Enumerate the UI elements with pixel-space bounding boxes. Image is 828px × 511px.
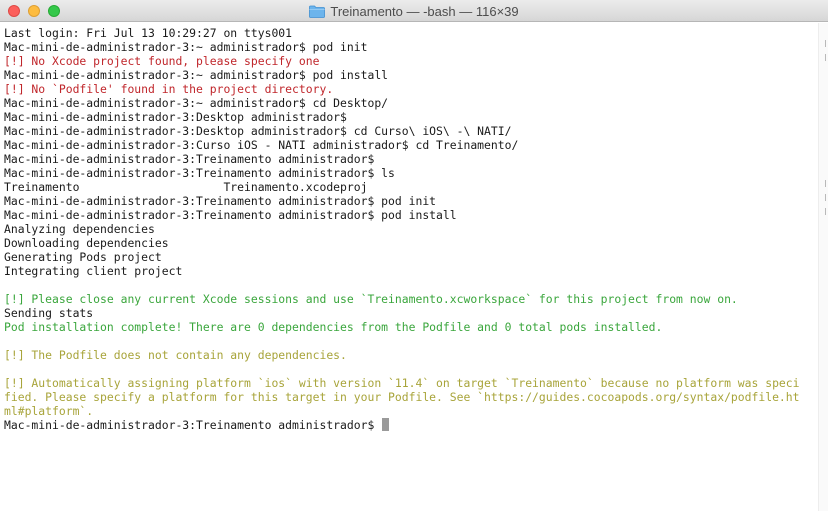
scroll-tick (825, 208, 826, 215)
terminal-line: Analyzing dependencies (4, 222, 155, 236)
terminal-line: [!] No Xcode project found, please speci… (4, 54, 320, 68)
window-title: Treinamento — -bash — 116×39 (330, 3, 519, 19)
terminal-line: Mac-mini-de-administrador-3:Desktop admi… (4, 124, 512, 138)
terminal-line: fied. Please specify a platform for this… (4, 390, 800, 404)
terminal-line: Sending stats (4, 306, 94, 320)
title-bar[interactable]: Treinamento — -bash — 116×39 (0, 0, 828, 22)
scroll-tick (825, 40, 826, 47)
terminal-line: Generating Pods project (4, 250, 162, 264)
terminal-line: Mac-mini-de-administrador-3:Treinamento … (4, 152, 375, 166)
terminal-line: [!] The Podfile does not contain any dep… (4, 348, 347, 362)
terminal-line: ml#platform`. (4, 404, 94, 418)
terminal-window: Treinamento — -bash — 116×39 Last login:… (0, 0, 828, 511)
terminal-line: Downloading dependencies (4, 236, 169, 250)
terminal-line: Mac-mini-de-administrador-3:Curso iOS - … (4, 138, 519, 152)
vertical-scrollbar[interactable] (818, 23, 828, 511)
terminal-line: Mac-mini-de-administrador-3:~ administra… (4, 96, 389, 110)
terminal-line: Mac-mini-de-administrador-3:Desktop admi… (4, 110, 347, 124)
window-title-group: Treinamento — -bash — 116×39 (0, 0, 828, 22)
terminal-line: [!] Please close any current Xcode sessi… (4, 292, 738, 306)
scroll-tick (825, 54, 826, 61)
terminal-output[interactable]: Last login: Fri Jul 13 10:29:27 on ttys0… (0, 23, 818, 511)
terminal-line: Treinamento Treinamento.xcodeproj (4, 180, 368, 194)
terminal-line: [!] No `Podfile' found in the project di… (4, 82, 334, 96)
terminal-line: Mac-mini-de-administrador-3:~ administra… (4, 68, 389, 82)
terminal-line: Mac-mini-de-administrador-3:Treinamento … (4, 208, 457, 222)
cursor-icon (382, 418, 390, 431)
prompt-line: Mac-mini-de-administrador-3:Treinamento … (4, 418, 818, 432)
folder-icon (309, 5, 326, 18)
terminal-line: Mac-mini-de-administrador-3:~ administra… (4, 40, 368, 54)
terminal-line: Last login: Fri Jul 13 10:29:27 on ttys0… (4, 26, 293, 40)
scroll-tick (825, 180, 826, 187)
terminal-line: [!] Automatically assigning platform `io… (4, 376, 800, 390)
terminal-line: Mac-mini-de-administrador-3:Treinamento … (4, 194, 437, 208)
terminal-line: Mac-mini-de-administrador-3:Treinamento … (4, 166, 395, 180)
prompt-text: Mac-mini-de-administrador-3:Treinamento … (4, 418, 382, 432)
terminal-line: Pod installation complete! There are 0 d… (4, 320, 663, 334)
terminal-line: Integrating client project (4, 264, 183, 278)
scroll-tick (825, 194, 826, 201)
